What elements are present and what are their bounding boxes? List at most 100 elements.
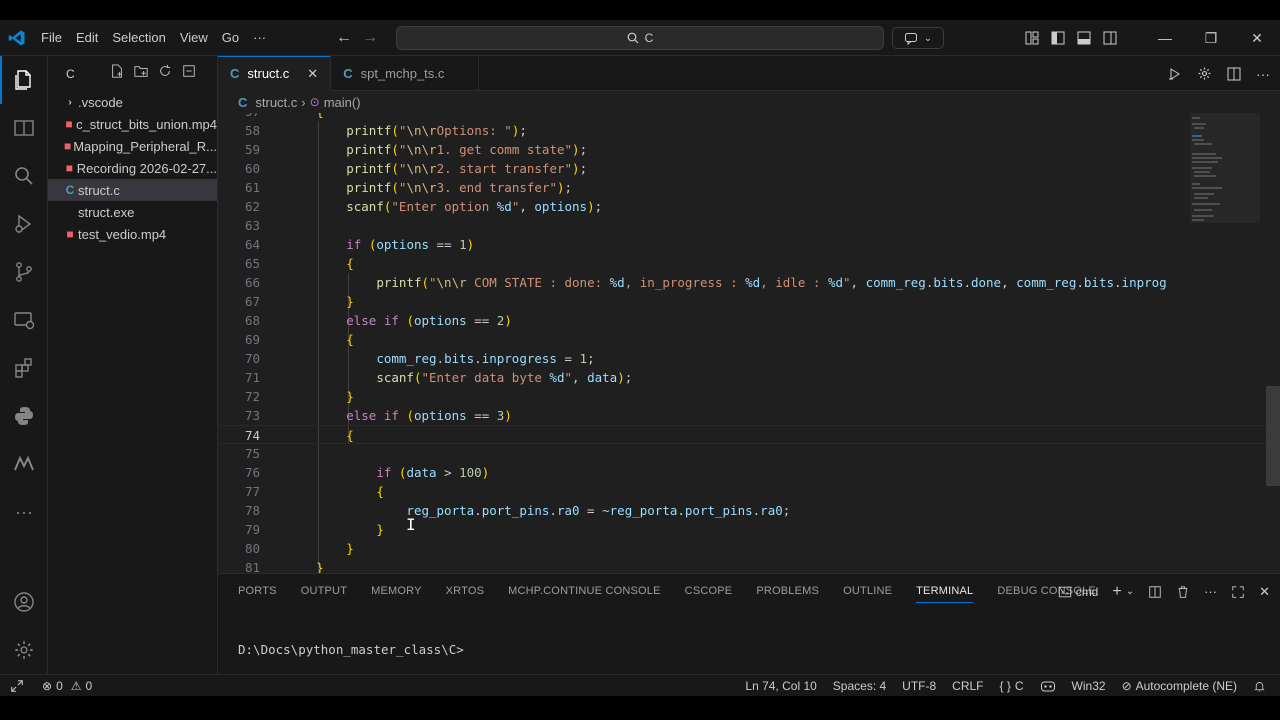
restore-button[interactable]: ❐	[1188, 20, 1234, 56]
code-line[interactable]: 80 }	[218, 539, 1280, 558]
back-arrow-icon[interactable]: ←	[336, 29, 352, 47]
code-line[interactable]: 68 else if (options == 2)	[218, 311, 1280, 330]
explorer-icon[interactable]	[0, 56, 48, 104]
end-of-line[interactable]: CRLF	[944, 675, 991, 696]
tab-spt-mchp-ts-c[interactable]: C spt_mchp_ts.c	[331, 56, 480, 91]
language-mode[interactable]: { } C	[992, 675, 1032, 696]
file-item[interactable]: Cstruct.c	[48, 179, 217, 201]
folder-item[interactable]: › .vscode	[48, 91, 217, 113]
panel-tab-xrtos[interactable]: XRTOS	[446, 574, 497, 609]
code-line[interactable]: 72 }	[218, 387, 1280, 406]
code-line[interactable]: 58 printf("\n\rOptions: ");	[218, 121, 1280, 140]
code-line[interactable]: 76 if (data > 100)	[218, 463, 1280, 482]
code-line[interactable]: 60 printf("\n\r2. start transfer");	[218, 159, 1280, 178]
menu-more-icon[interactable]: ···	[246, 20, 273, 56]
refresh-icon[interactable]	[158, 64, 172, 78]
file-item[interactable]: ■ test_vedio.mp4	[48, 223, 217, 245]
run-debug-icon[interactable]	[0, 200, 48, 248]
copilot-status[interactable]	[1032, 675, 1064, 696]
close-panel-icon[interactable]: ✕	[1259, 584, 1270, 600]
code-line[interactable]: 73 else if (options == 3)	[218, 406, 1280, 425]
microchip-icon[interactable]	[0, 440, 48, 488]
terminal-output[interactable]: D:\Docs\python_master_class\C>	[238, 642, 464, 657]
menu-item-go[interactable]: Go	[215, 20, 246, 56]
copilot-button[interactable]: ⌄	[892, 27, 944, 49]
panel-tab-mchp-continue-console[interactable]: MCHP.CONTINUE CONSOLE	[508, 574, 673, 609]
more-actions-icon[interactable]: ···	[1204, 584, 1217, 599]
menu-item-selection[interactable]: Selection	[105, 20, 172, 56]
run-code-icon[interactable]	[1167, 66, 1183, 82]
panel-tab-problems[interactable]: PROBLEMS	[756, 574, 831, 609]
chevron-down-icon[interactable]: ⌄	[1126, 586, 1134, 597]
customize-layout-icon[interactable]	[1024, 30, 1040, 46]
code-line[interactable]: 79 }	[218, 520, 1280, 539]
code-editor[interactable]: 57 {58 printf("\n\rOptions: ");59 printf…	[218, 113, 1280, 609]
panel-tab-outline[interactable]: OUTLINE	[843, 574, 904, 609]
code-line[interactable]: 61 printf("\n\r3. end transfer");	[218, 178, 1280, 197]
more-actions-icon[interactable]: ···	[1256, 66, 1270, 82]
code-line[interactable]: 59 printf("\n\r1. get comm state");	[218, 140, 1280, 159]
encoding[interactable]: UTF-8	[894, 675, 944, 696]
toggle-secondary-sidebar-icon[interactable]	[1102, 30, 1118, 46]
file-item[interactable]: ■ Recording 2026-02-27...	[48, 157, 217, 179]
source-control-icon[interactable]	[0, 248, 48, 296]
breadcrumb-symbol[interactable]: main()	[324, 95, 361, 110]
code-line[interactable]: 65 {	[218, 254, 1280, 273]
code-line[interactable]: 71 scanf("Enter data byte %d", data);	[218, 368, 1280, 387]
panel-tab-memory[interactable]: MEMORY	[371, 574, 434, 609]
cursor-position[interactable]: Ln 74, Col 10	[737, 675, 824, 696]
split-terminal-icon[interactable]	[1148, 585, 1162, 599]
panel-tab-terminal[interactable]: TERMINAL	[916, 574, 985, 609]
code-line[interactable]: 64 if (options == 1)	[218, 235, 1280, 254]
collapse-all-icon[interactable]	[182, 64, 196, 78]
file-item[interactable]: ■ c_struct_bits_union.mp4	[48, 113, 217, 135]
notifications-bell-icon[interactable]	[1245, 675, 1274, 696]
panel-tab-ports[interactable]: PORTS	[238, 574, 289, 609]
code-line[interactable]: 69 {	[218, 330, 1280, 349]
maximize-panel-icon[interactable]	[1231, 585, 1245, 599]
close-icon[interactable]: ✕	[307, 66, 318, 82]
settings-gear-icon[interactable]	[1197, 66, 1212, 81]
code-line[interactable]: 74 {	[218, 425, 1280, 444]
split-editor-icon[interactable]	[1226, 66, 1242, 82]
python-icon[interactable]	[0, 392, 48, 440]
vertical-scrollbar[interactable]	[1266, 386, 1280, 486]
command-center[interactable]: C	[396, 26, 884, 50]
file-item[interactable]: struct.exe	[48, 201, 217, 223]
search-icon[interactable]	[0, 152, 48, 200]
code-line[interactable]: 63	[218, 216, 1280, 235]
code-line[interactable]: 57 {	[218, 113, 1280, 121]
menu-item-edit[interactable]: Edit	[69, 20, 105, 56]
panel-tab-output[interactable]: OUTPUT	[301, 574, 359, 609]
code-line[interactable]: 70 comm_reg.bits.inprogress = 1;	[218, 349, 1280, 368]
minimize-button[interactable]: —	[1142, 20, 1188, 56]
split-view-icon[interactable]	[0, 104, 48, 152]
indentation[interactable]: Spaces: 4	[825, 675, 894, 696]
panel-tab-cscope[interactable]: CSCOPE	[685, 574, 745, 609]
tab-struct-c[interactable]: C struct.c ✕	[218, 56, 332, 91]
forward-arrow-icon[interactable]: →	[362, 29, 378, 47]
platform[interactable]: Win32	[1064, 675, 1114, 696]
remote-explorer-icon[interactable]	[0, 296, 48, 344]
autocomplete-status[interactable]: ⊘ Autocomplete (NE)	[1114, 675, 1245, 696]
close-window-button[interactable]: ✕	[1234, 20, 1280, 56]
code-line[interactable]: 67 }	[218, 292, 1280, 311]
menu-item-file[interactable]: File	[34, 20, 69, 56]
code-line[interactable]: 66 printf("\n\r COM STATE : done: %d, in…	[218, 273, 1280, 292]
more-icon[interactable]: ···	[0, 488, 48, 536]
code-line[interactable]: 75	[218, 444, 1280, 463]
settings-gear-icon[interactable]	[0, 626, 48, 674]
code-line[interactable]: 78 reg_porta.port_pins.ra0 = ~reg_porta.…	[218, 501, 1280, 520]
remote-indicator[interactable]	[0, 675, 34, 697]
code-line[interactable]: 77 {	[218, 482, 1280, 501]
trash-icon[interactable]	[1176, 585, 1190, 599]
code-line[interactable]: 62 scanf("Enter option %d", options);	[218, 197, 1280, 216]
breadcrumb-file[interactable]: struct.c	[255, 95, 297, 110]
terminal-shell-name[interactable]: cmd	[1076, 585, 1099, 599]
problems-indicator[interactable]: ⊗ 0 ⚠ 0	[34, 675, 100, 697]
extensions-icon[interactable]	[0, 344, 48, 392]
account-icon[interactable]	[0, 578, 48, 626]
toggle-panel-icon[interactable]	[1076, 30, 1092, 46]
new-file-icon[interactable]	[110, 64, 124, 78]
minimap[interactable]	[1190, 113, 1260, 609]
